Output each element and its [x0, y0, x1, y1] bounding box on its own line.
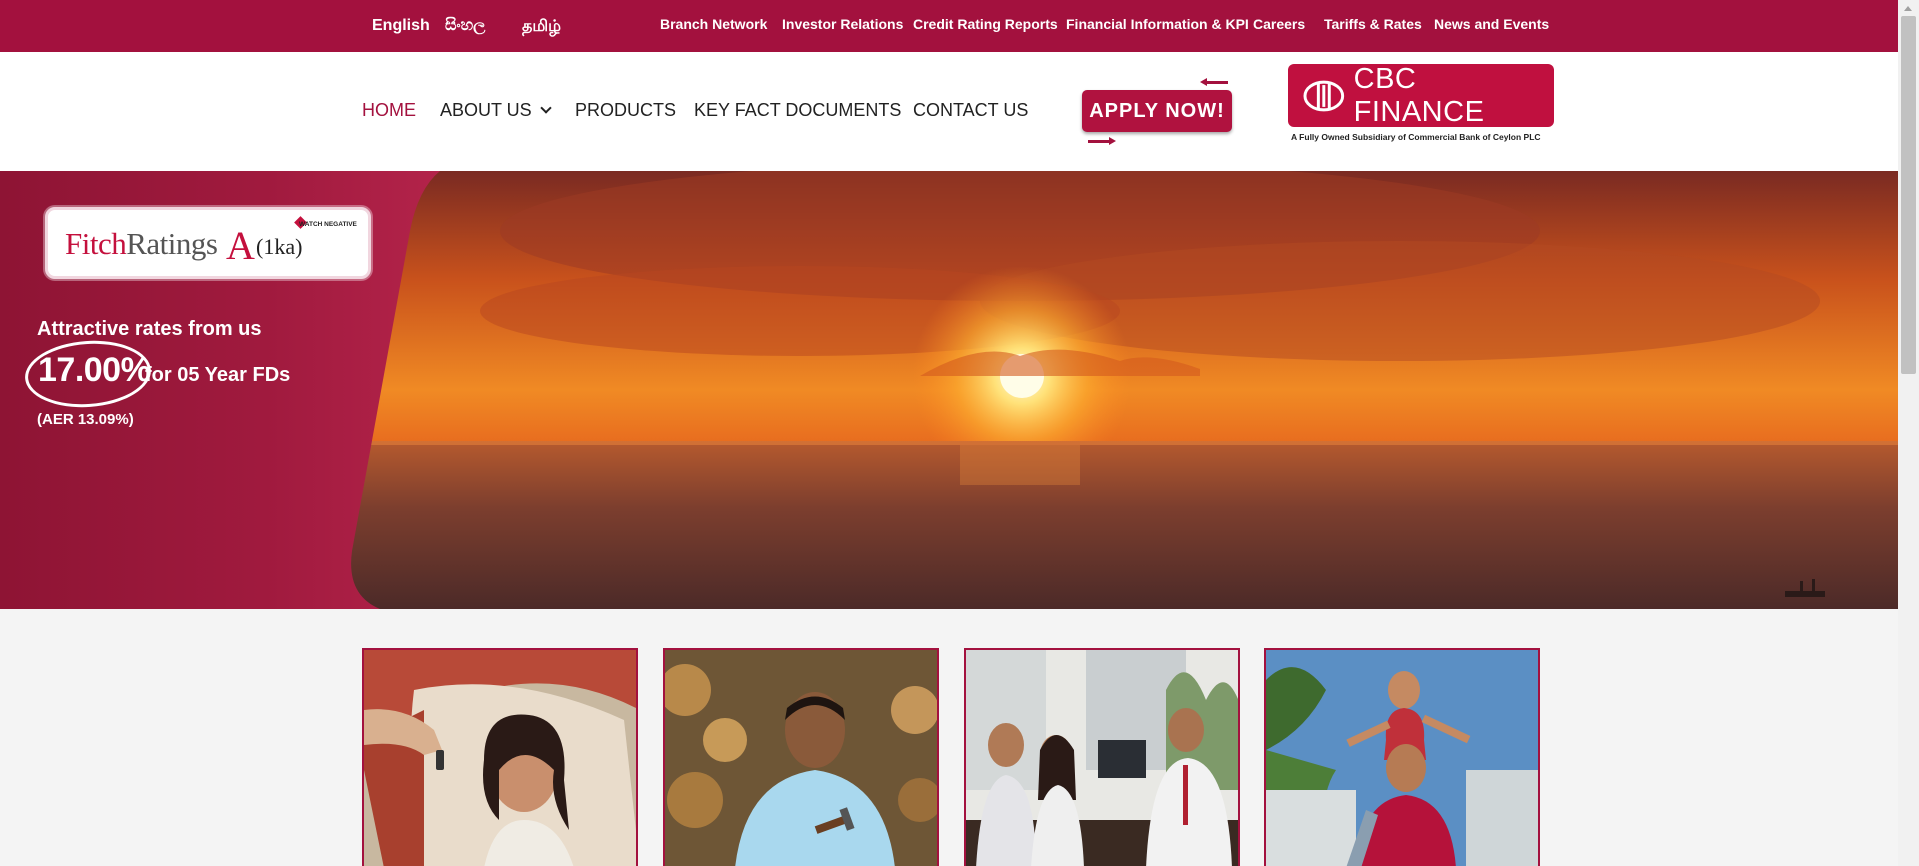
nav-products[interactable]: PRODUCTS [575, 100, 676, 121]
nav-home[interactable]: HOME [362, 100, 416, 121]
language-english-link[interactable]: English [372, 17, 430, 35]
branch-network-link[interactable]: Branch Network [660, 16, 767, 32]
product-card-leasing[interactable] [362, 648, 638, 866]
chevron-down-icon [540, 102, 552, 114]
promo-title: Attractive rates from us [37, 318, 262, 340]
scroll-up-icon[interactable] [1904, 6, 1912, 11]
top-bar: English සිංහල தமிழ் Branch Network Inves… [0, 0, 1898, 52]
rating-watch-label: WATCH NEGATIVE [299, 221, 357, 228]
news-events-link[interactable]: News and Events [1434, 16, 1549, 32]
nav-about-us-label: ABOUT US [440, 100, 532, 120]
business-meeting-photo [966, 650, 1238, 866]
promo-term: for 05 Year FDs [145, 364, 291, 386]
product-card-personal[interactable] [1264, 648, 1540, 866]
cbc-emblem-icon [1303, 80, 1345, 111]
investor-relations-link[interactable]: Investor Relations [782, 16, 903, 32]
promo-rate: 17.00% [38, 351, 151, 389]
rating-grade: A [226, 223, 255, 268]
financial-information-link[interactable]: Financial Information & KPI [1066, 16, 1249, 32]
fitch-rating-badge: FitchRatings A (1ka) WATCH NEGATIVE [45, 207, 371, 279]
product-card-corporate[interactable] [964, 648, 1240, 866]
credit-rating-reports-link[interactable]: Credit Rating Reports [913, 16, 1058, 32]
logo-name: CBC FINANCE [1353, 62, 1485, 128]
hero-banner: FitchRatings A (1ka) WATCH NEGATIVE Attr… [0, 171, 1898, 609]
scrollbar-thumb[interactable] [1901, 16, 1916, 374]
main-navigation: HOME ABOUT US PRODUCTS KEY FACT DOCUMENT… [0, 52, 1898, 171]
cbc-finance-logo[interactable]: CBC FINANCE [1288, 62, 1554, 128]
language-tamil-link[interactable]: தமிழ் [522, 17, 561, 37]
language-sinhala-link[interactable]: සිංහල [445, 17, 485, 35]
arrow-left-icon [1200, 78, 1228, 86]
logo-tagline: A Fully Owned Subsidiary of Commercial B… [1291, 132, 1541, 142]
apply-now-button[interactable]: APPLY NOW! [1082, 90, 1232, 132]
nav-key-fact-documents[interactable]: KEY FACT DOCUMENTS [694, 100, 901, 121]
nav-about-us[interactable]: ABOUT US [440, 100, 552, 121]
arrow-right-icon [1088, 137, 1116, 145]
rating-grade-suffix: (1ka) [256, 234, 303, 259]
careers-link[interactable]: Careers [1253, 16, 1305, 32]
product-card-business[interactable] [663, 648, 939, 866]
car-keys-photo [364, 650, 636, 866]
nav-contact-us[interactable]: CONTACT US [913, 100, 1028, 121]
promo-aer: (AER 13.09%) [37, 411, 134, 428]
tariffs-rates-link[interactable]: Tariffs & Rates [1324, 16, 1422, 32]
fitch-agency-name: FitchRatings [65, 226, 218, 261]
page-scrollbar[interactable] [1898, 0, 1919, 866]
family-photo [1266, 650, 1538, 866]
craftsman-photo [665, 650, 937, 866]
